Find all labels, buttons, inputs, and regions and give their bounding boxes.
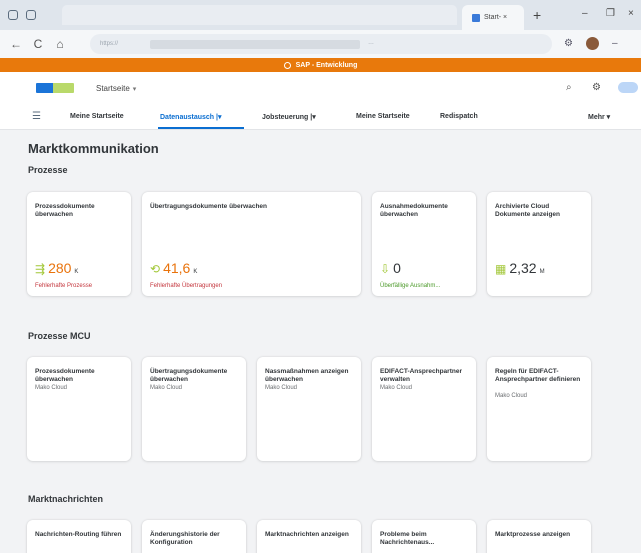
section-title-prozesse-mcu: Prozesse MCU [28,331,91,341]
tile-archivierte-dokumente[interactable]: Archivierte Cloud Dokumente anzeigen ▦ 2… [487,192,591,296]
hamburger-icon[interactable]: ☰ [32,111,41,122]
tile-aenderungshistorie[interactable]: Änderungshistorie der Konfiguration [142,520,246,553]
tile-title: Übertragungsdokumente überwachen [150,203,268,210]
tile-marktprozesse-anzeigen[interactable]: Marktprozesse anzeigen [487,520,591,553]
url-prefix: https:// [100,41,119,47]
tile-prozessdokumente[interactable]: Prozessdokumente überwachen ⇶ 280 K Fehl… [27,192,131,296]
url-input[interactable]: https:// … [90,34,552,54]
menu-icon[interactable]: – [612,38,618,49]
system-banner: SAP - Entwicklung [0,58,641,72]
tile-nachrichten-routing[interactable]: Nachrichten-Routing führen [27,520,131,553]
tile-title: Prozessdokumente überwachen [35,368,95,383]
browser-tab-active[interactable]: Start- × [462,5,524,30]
tile-subtitle: Mako Cloud [380,385,413,391]
tile-mcu-edifact-ansprechpartner[interactable]: EDIFACT-Ansprechpartner verwalten Mako C… [372,357,476,461]
navigation-bar: ☰ Meine Startseite Datenaustausch |▾ Job… [0,104,641,130]
shell-bar: Startseite ▾ [0,72,641,104]
tile-ausnahmedokumente[interactable]: Ausnahmedokumente überwachen ⇩ 0 Überfäl… [372,192,476,296]
workspace-icon[interactable] [8,10,18,20]
kpi-subtitle: Überfällige Ausnahm... [380,283,441,289]
kpi-subtitle: Fehlerhafte Übertragungen [150,283,223,289]
info-icon [283,61,291,69]
sync-icon: ⟲ [150,262,161,276]
tab-datenaustausch[interactable]: Datenaustausch |▾ [160,113,222,121]
tile-mcu-edifact-regeln[interactable]: Regeln für EDIFACT-Ansprechpartner defin… [487,357,591,461]
tile-title: Nachrichten-Routing führen [35,531,122,538]
page-title: Marktkommunikation [28,141,159,156]
tab-meine-startseite[interactable]: Meine Startseite [70,113,124,120]
back-button[interactable]: ← [10,37,22,51]
tile-subtitle: Mako Cloud [495,393,528,399]
kpi-value: 41,6 [163,260,191,276]
user-avatar[interactable] [618,82,638,93]
shell-title-menu[interactable]: Startseite ▾ [96,84,136,93]
tile-title: Ausnahmedokumente überwachen [380,203,448,218]
tile-title: EDIFACT-Ansprechpartner verwalten [380,368,462,383]
restore-button[interactable]: ❐ [606,8,615,19]
download-document-icon: ⇩ [380,262,391,276]
kpi-subtitle: Fehlerhafte Prozesse [35,283,93,289]
process-icon: ⇶ [35,262,46,276]
close-window-button[interactable]: × [628,8,634,19]
extensions-icon[interactable]: ⚙ [564,38,573,49]
kpi-unit: K [74,269,79,275]
tab-meine-startseite-2[interactable]: Meine Startseite [356,113,410,120]
home-button[interactable]: ⌂ [54,37,66,51]
kpi-value: 2,32 [509,260,537,276]
tile-kpi: ▦ 2,32 M [495,260,545,276]
tile-title: Marktprozesse anzeigen [495,531,571,538]
tile-probleme-nachrichten[interactable]: Probleme beim Nachrichtenaus... [372,520,476,553]
tile-kpi: ⇶ 280 K [35,260,78,276]
tile-title: Änderungshistorie der Konfiguration [150,531,220,546]
minimize-button[interactable]: – [582,8,588,19]
tile-mcu-nassmassnahmen[interactable]: Nassmaßnahmen anzeigen überwachen Mako C… [257,357,361,461]
tile-kpi: ⟲ 41,6 K [150,260,197,276]
tab-redispatch[interactable]: Redispatch [440,113,478,120]
tile-uebertragungsdokumente[interactable]: Übertragungsdokumente überwachen ⟲ 41,6 … [142,192,361,296]
url-redacted [150,40,360,49]
tile-marktnachrichten-anzeigen[interactable]: Marktnachrichten anzeigen [257,520,361,553]
tile-subtitle: Mako Cloud [265,385,298,391]
kpi-unit: K [193,269,198,275]
active-tab-indicator [158,127,244,129]
tile-title: Regeln für EDIFACT-Ansprechpartner defin… [495,368,581,383]
tile-title: Marktnachrichten anzeigen [265,531,349,538]
tile-title: Übertragungsdokumente überwachen [150,368,228,383]
tile-title: Nassmaßnahmen anzeigen überwachen [265,368,349,383]
browser-tab-bar: Start- × + – ❐ × [0,0,641,30]
browser-tab-label: Start- × [484,14,508,21]
tile-subtitle: Mako Cloud [35,385,68,391]
kpi-value: 0 [393,260,401,276]
archive-icon: ▦ [495,262,507,276]
tab-jobsteuerung[interactable]: Jobsteuerung |▾ [262,113,316,121]
section-title-prozesse: Prozesse [28,165,68,175]
kpi-unit: M [539,269,545,275]
address-bar-row: ← C ⌂ https:// … [0,30,641,58]
reload-button[interactable]: C [32,37,44,51]
tile-title: Probleme beim Nachrichtenaus... [380,531,435,546]
tile-subtitle: Mako Cloud [150,385,183,391]
profile-avatar-icon[interactable] [586,37,599,50]
sap-logo[interactable] [36,83,74,93]
tile-kpi: ⇩ 0 [380,260,401,276]
shell-title: Startseite [96,83,130,93]
tile-mcu-uebertragungsdokumente[interactable]: Übertragungsdokumente überwachen Mako Cl… [142,357,246,461]
chevron-down-icon: ▾ [132,85,137,93]
tile-title: Prozessdokumente überwachen [35,203,95,218]
new-tab-button[interactable]: + [533,7,541,23]
favicon-icon [472,13,480,22]
tile-mcu-prozessdokumente[interactable]: Prozessdokumente überwachen Mako Cloud [27,357,131,461]
kpi-value: 280 [48,260,72,276]
tab-actions-icon[interactable] [26,10,36,20]
section-title-marktnachrichten: Marktnachrichten [28,494,104,504]
more-tabs-button[interactable]: Mehr ▾ [588,113,610,121]
search-icon[interactable]: ⌕ [566,82,572,93]
banner-text: SAP - Entwicklung [295,61,358,69]
browser-tab-inactive[interactable] [62,5,457,25]
settings-icon[interactable]: ⚙ [592,82,601,93]
tile-title: Archivierte Cloud Dokumente anzeigen [495,203,561,218]
url-tail: … [368,40,374,46]
